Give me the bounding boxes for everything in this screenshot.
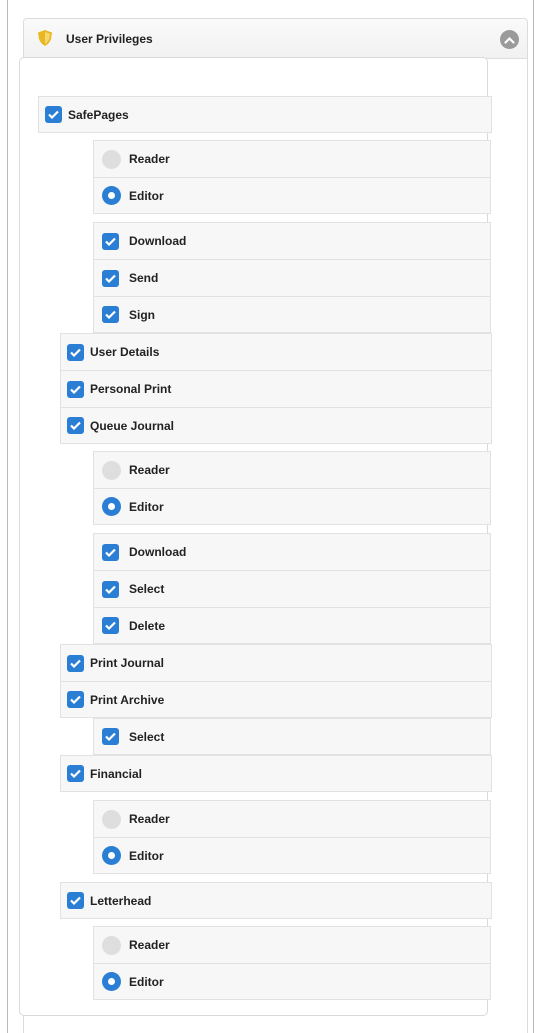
privilege-label: SafePages: [68, 107, 129, 122]
privilege-personal-print[interactable]: Personal Print: [60, 370, 492, 407]
panel-title: User Privileges: [66, 32, 153, 46]
checkbox-label: Download: [129, 545, 187, 559]
privilege-label: Queue Journal: [90, 418, 175, 433]
checkbox-checked-icon[interactable]: [67, 765, 84, 782]
radio-unselected-icon[interactable]: [102, 149, 121, 169]
privilege-print-journal[interactable]: Print Journal: [60, 644, 492, 681]
radio-editor[interactable]: Editor: [93, 963, 491, 1000]
checkbox-label: Download: [129, 234, 187, 248]
checkbox-checked-icon[interactable]: [67, 691, 84, 708]
checkbox-checked-icon[interactable]: [67, 417, 84, 434]
radio-label: Reader: [129, 812, 170, 826]
checkbox-sign[interactable]: Sign: [93, 296, 491, 333]
checkbox-download[interactable]: Download: [93, 222, 491, 259]
radio-unselected-icon[interactable]: [102, 935, 121, 955]
radio-reader[interactable]: Reader: [93, 800, 491, 837]
shield-icon: [38, 30, 52, 46]
checkbox-checked-icon[interactable]: [67, 380, 84, 398]
checkbox-label: Select: [129, 729, 165, 744]
checkbox-delete[interactable]: Delete: [93, 607, 491, 644]
window-border-left: [7, 0, 8, 1033]
privilege-user-details[interactable]: User Details: [60, 333, 492, 370]
privilege-label: Financial: [90, 766, 143, 781]
radio-reader[interactable]: Reader: [93, 926, 491, 963]
privilege-label: User Details: [90, 345, 160, 359]
checkbox-checked-icon[interactable]: [102, 728, 119, 745]
checkbox-checked-icon[interactable]: [67, 892, 84, 909]
radio-selected-icon[interactable]: [102, 846, 121, 865]
privilege-label: Personal Print: [90, 382, 172, 396]
radio-label: Reader: [129, 152, 170, 166]
checkbox-checked-icon[interactable]: [102, 617, 119, 634]
radio-selected-icon[interactable]: [102, 497, 121, 516]
radio-label: Reader: [129, 938, 170, 952]
checkbox-select[interactable]: Select: [93, 718, 491, 755]
privilege-financial[interactable]: Financial: [60, 755, 492, 792]
privilege-label: Print Journal: [90, 656, 165, 670]
privilege-letterhead[interactable]: Letterhead: [60, 882, 492, 919]
checkbox-label: Send: [129, 271, 159, 285]
checkbox-checked-icon[interactable]: [102, 543, 119, 561]
radio-label: Reader: [129, 463, 170, 477]
checkbox-send[interactable]: Send: [93, 259, 491, 296]
radio-editor[interactable]: Editor: [93, 177, 491, 214]
checkbox-checked-icon[interactable]: [45, 106, 62, 123]
radio-editor[interactable]: Editor: [93, 488, 491, 525]
radio-label: Editor: [129, 499, 164, 514]
checkbox-checked-icon[interactable]: [102, 306, 119, 323]
privilege-label: Print Archive: [90, 692, 165, 707]
checkbox-select[interactable]: Select: [93, 570, 491, 607]
radio-label: Editor: [129, 188, 164, 203]
checkbox-checked-icon[interactable]: [102, 269, 119, 287]
radio-editor[interactable]: Editor: [93, 837, 491, 874]
checkbox-checked-icon[interactable]: [67, 654, 84, 672]
checkbox-label: Sign: [129, 307, 155, 322]
checkbox-label: Select: [129, 582, 165, 596]
privilege-safepages[interactable]: SafePages: [38, 96, 492, 133]
radio-selected-icon[interactable]: [102, 972, 121, 991]
checkbox-label: Delete: [129, 618, 166, 633]
checkbox-download[interactable]: Download: [93, 533, 491, 570]
radio-unselected-icon[interactable]: [102, 460, 121, 480]
chevron-up-icon[interactable]: [500, 30, 519, 49]
privilege-print-archive[interactable]: Print Archive: [60, 681, 492, 718]
radio-unselected-icon[interactable]: [102, 809, 121, 829]
checkbox-checked-icon[interactable]: [67, 343, 84, 361]
privilege-queue-journal[interactable]: Queue Journal: [60, 407, 492, 444]
privilege-label: Letterhead: [90, 893, 152, 908]
radio-label: Editor: [129, 974, 164, 989]
panel-header[interactable]: User Privileges: [24, 19, 527, 59]
radio-label: Editor: [129, 848, 164, 863]
checkbox-checked-icon[interactable]: [102, 232, 119, 250]
radio-reader[interactable]: Reader: [93, 451, 491, 488]
checkbox-checked-icon[interactable]: [102, 580, 119, 598]
radio-selected-icon[interactable]: [102, 186, 121, 205]
radio-reader[interactable]: Reader: [93, 140, 491, 177]
